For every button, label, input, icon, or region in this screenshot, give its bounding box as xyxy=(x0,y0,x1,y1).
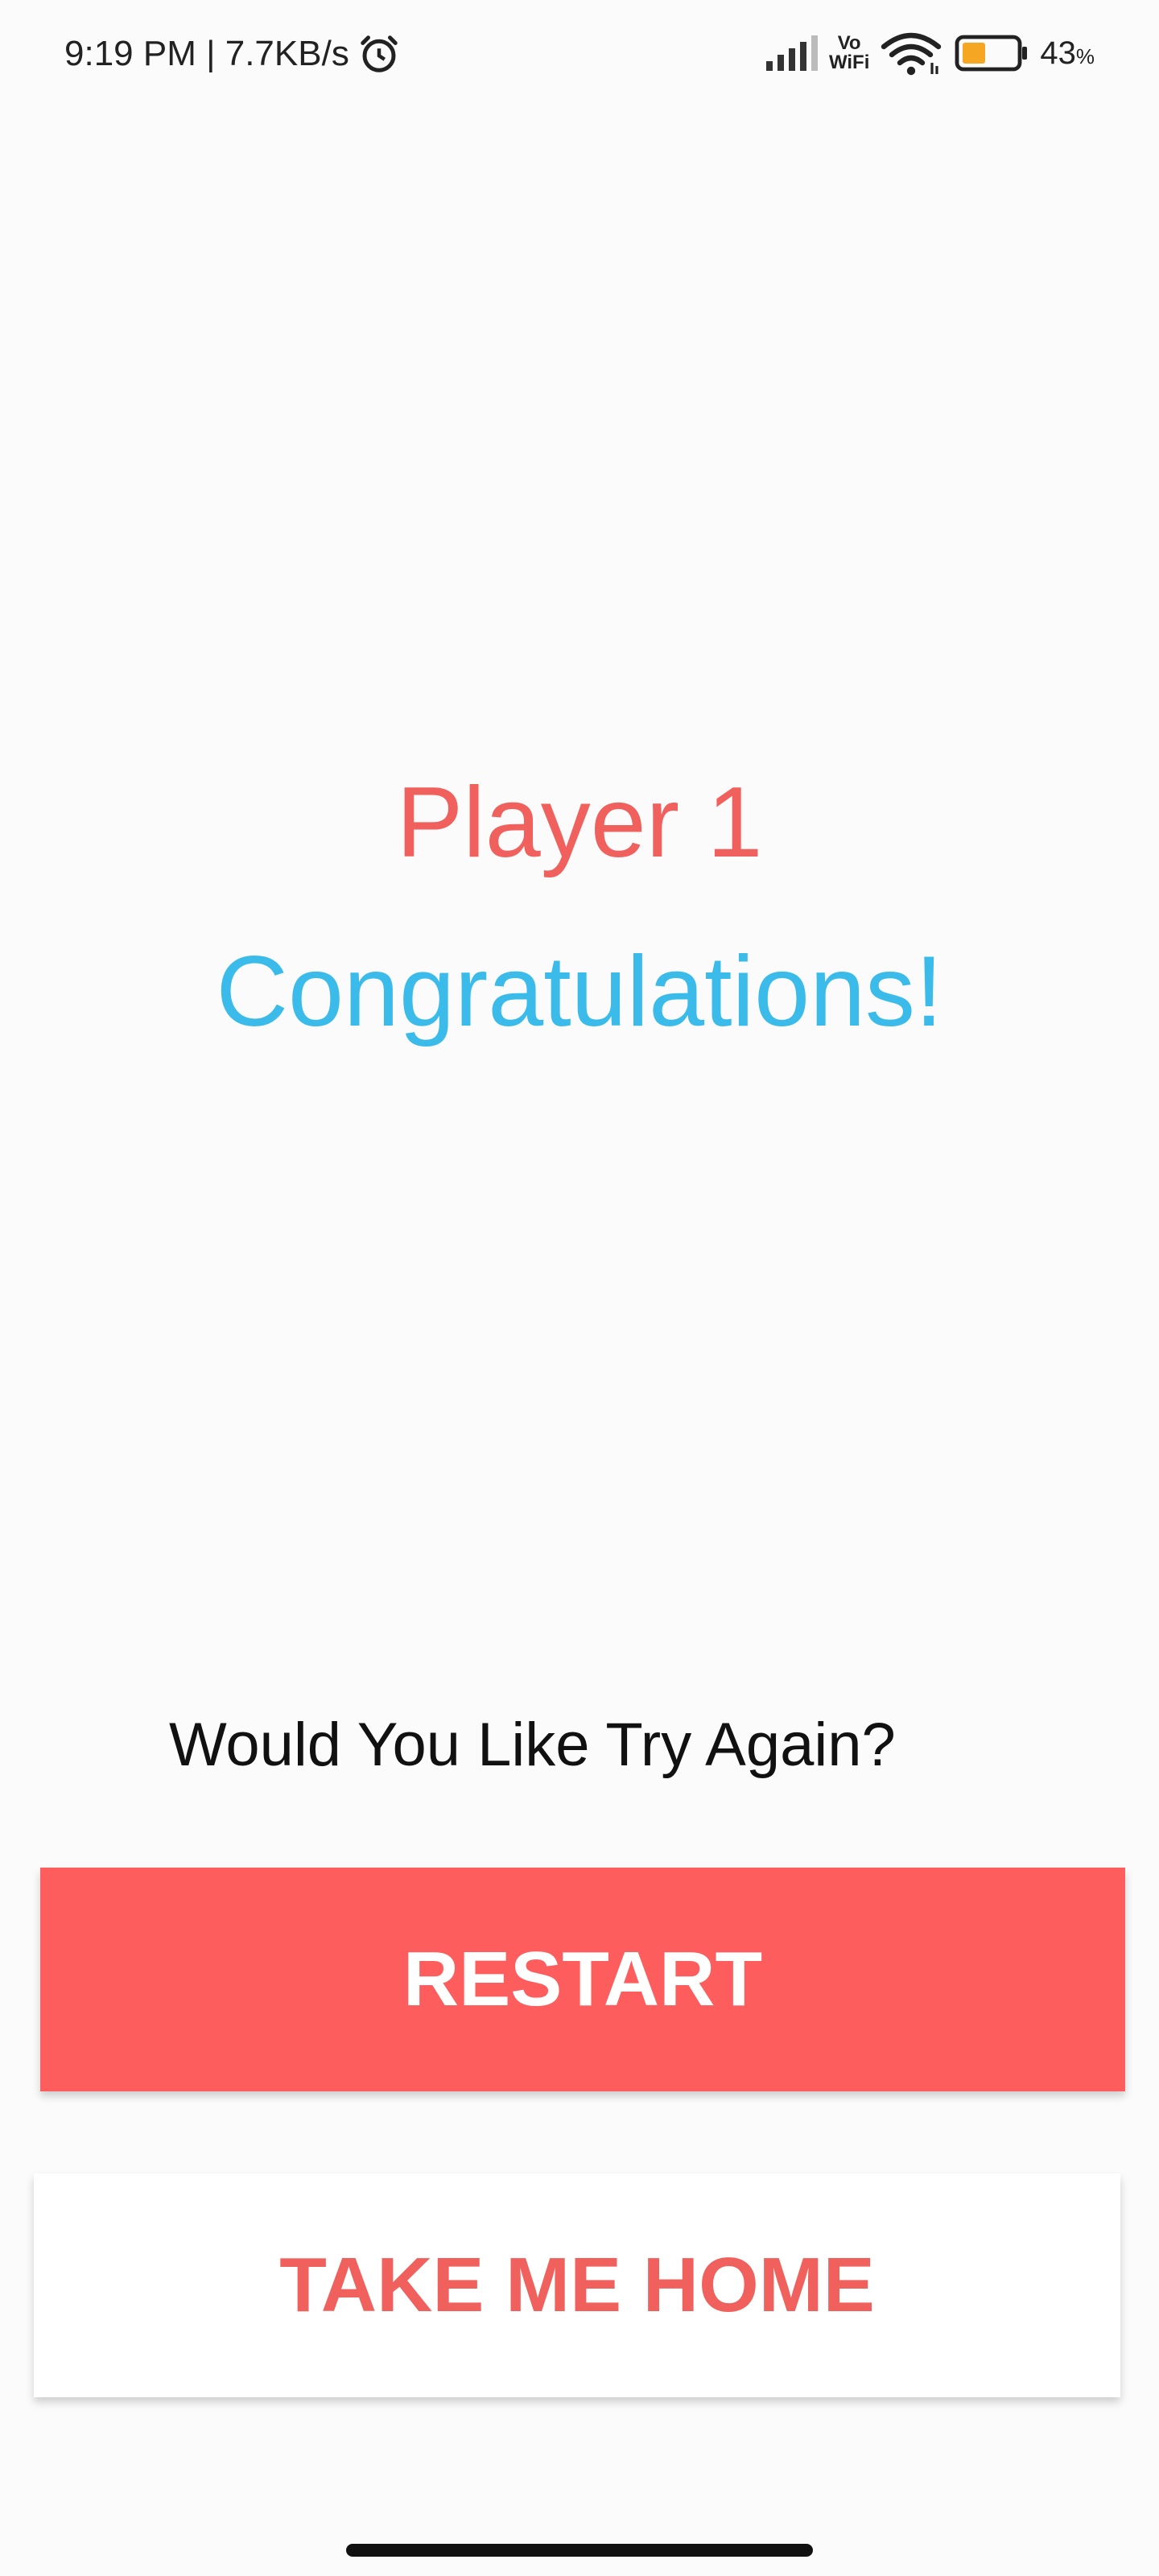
take-me-home-button[interactable]: TAKE ME HOME xyxy=(34,2174,1120,2397)
vowifi-indicator: Vo WiFi xyxy=(829,34,869,72)
battery-percent-unit: % xyxy=(1075,43,1095,68)
winner-player-label: Player 1 xyxy=(396,767,763,878)
battery-icon xyxy=(955,35,1028,72)
try-again-prompt: Would You Like Try Again? xyxy=(169,1711,896,1779)
battery-percent: 43% xyxy=(1040,35,1095,72)
alarm-clock-icon xyxy=(361,35,398,72)
vowifi-bottom: WiFi xyxy=(828,52,870,73)
status-time: 9:19 PM | 7.7KB/s xyxy=(64,34,349,73)
navigation-bar xyxy=(0,2520,1159,2576)
status-right: Vo WiFi 43% xyxy=(765,31,1095,76)
take-me-home-button-label: TAKE ME HOME xyxy=(279,2242,875,2328)
cell-signal-icon xyxy=(765,35,818,71)
wifi-icon xyxy=(881,32,942,76)
restart-button[interactable]: RESTART xyxy=(40,1868,1125,2091)
restart-button-label: RESTART xyxy=(402,1936,763,2022)
home-indicator[interactable] xyxy=(346,2544,813,2557)
status-left: 9:19 PM | 7.7KB/s xyxy=(64,32,401,76)
congratulations-message: Congratulations! xyxy=(216,936,943,1047)
battery-percent-value: 43 xyxy=(1040,35,1076,71)
vowifi-top: Vo xyxy=(837,32,861,54)
status-bar: 9:19 PM | 7.7KB/s Vo WiFi 43% xyxy=(0,0,1159,113)
